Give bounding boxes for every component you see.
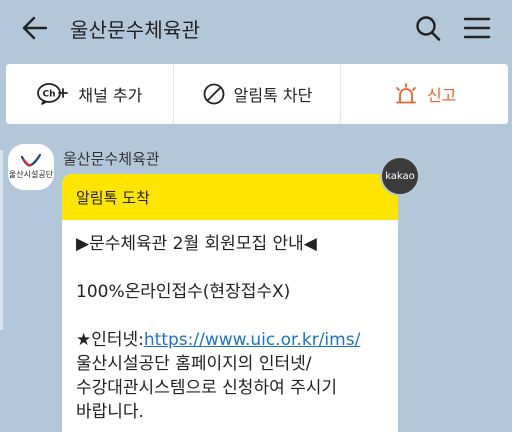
top-bar: 울산문수체육관 xyxy=(0,0,512,56)
message-line: 바랍니다. xyxy=(76,402,144,422)
avatar-label: 울산시설공단 xyxy=(8,170,54,179)
chat-screen: 울산문수체육관 Ch 채널 추가 알림톡 차단 신고 울산시설공단 울산문수체육… xyxy=(0,0,512,432)
block-icon xyxy=(202,82,226,106)
channel-avatar[interactable]: 울산시설공단 xyxy=(8,144,54,190)
message-bubble: 알림톡 도착 ▶문수체육관 2월 회원모집 안내◀ 100%온라인접수(현장접수… xyxy=(62,174,398,432)
menu-icon[interactable] xyxy=(462,14,492,42)
block-alimtalk-button[interactable]: 알림톡 차단 xyxy=(172,64,341,124)
add-channel-button[interactable]: Ch 채널 추가 xyxy=(6,64,173,124)
message-line: 100%온라인접수(현장접수X) xyxy=(76,282,291,302)
add-channel-label: 채널 추가 xyxy=(78,86,143,105)
chat-title: 울산문수체육관 xyxy=(70,18,201,42)
channel-action-bar: Ch 채널 추가 알림톡 차단 신고 xyxy=(6,64,508,124)
scroll-edge xyxy=(0,150,3,330)
report-button[interactable]: 신고 xyxy=(340,64,508,124)
message-line: 울산시설공단 홈페이지의 인터넷/ xyxy=(76,354,312,374)
block-alimtalk-label: 알림톡 차단 xyxy=(233,86,313,105)
report-label: 신고 xyxy=(426,86,457,105)
channel-logo-icon xyxy=(20,154,42,167)
message-line: ★인터넷:https://www.uic.or.kr/ims/ xyxy=(76,328,384,352)
svg-text:Ch: Ch xyxy=(43,90,56,100)
kakao-badge: kakao xyxy=(380,156,420,196)
message-line: ▶문수체육관 2월 회원모집 안내◀ xyxy=(76,234,317,254)
website-link[interactable]: https://www.uic.or.kr/ims/ xyxy=(144,330,360,350)
channel-add-icon: Ch xyxy=(36,82,70,106)
message-line: 수강대관시스템으로 신청하여 주시기 xyxy=(76,378,338,398)
alimtalk-header: 알림톡 도착 xyxy=(62,174,398,220)
sender-name: 울산문수체육관 xyxy=(63,150,160,168)
message-body: ▶문수체육관 2월 회원모집 안내◀ 100%온라인접수(현장접수X) ★인터넷… xyxy=(62,220,398,424)
link-prefix: ★인터넷: xyxy=(76,330,144,350)
siren-icon xyxy=(393,82,419,106)
back-arrow-icon[interactable] xyxy=(20,14,50,42)
search-icon[interactable] xyxy=(414,13,442,43)
